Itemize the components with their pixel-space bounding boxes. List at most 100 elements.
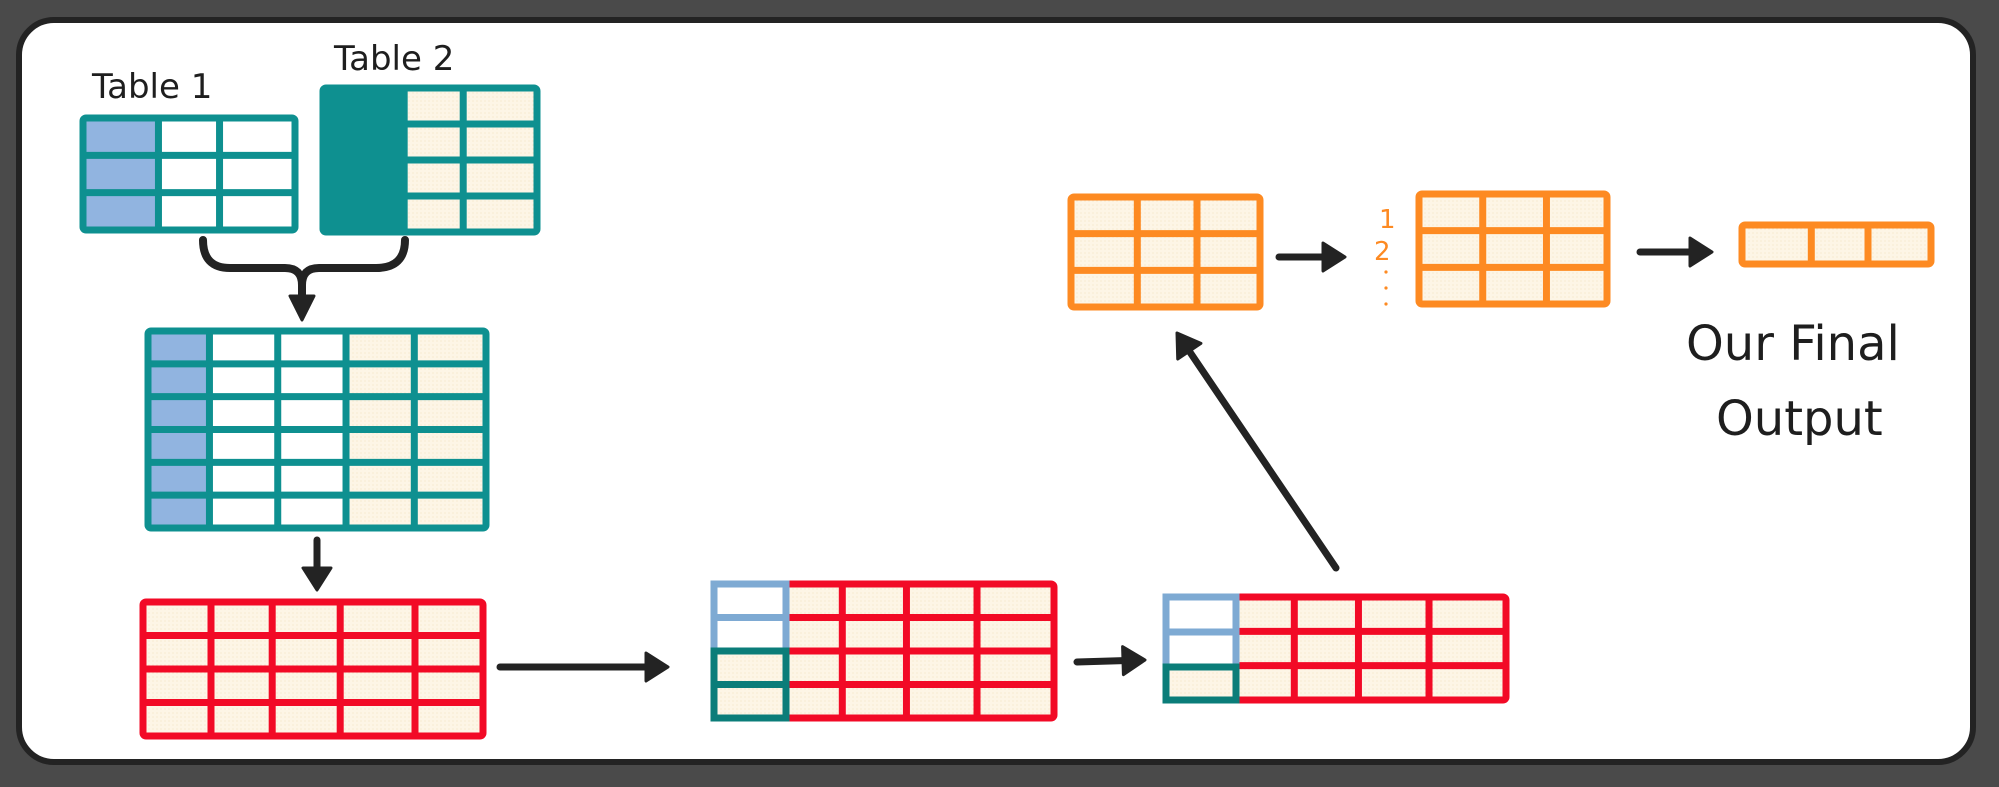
orange-table bbox=[1067, 193, 1264, 311]
table-cell bbox=[1482, 194, 1547, 231]
table-cell bbox=[977, 584, 1054, 618]
table-cell bbox=[83, 118, 159, 156]
merge-brace-arrow bbox=[199, 236, 409, 322]
table-cell bbox=[977, 617, 1054, 651]
table-cell bbox=[277, 495, 347, 528]
table-cell bbox=[415, 602, 483, 636]
table-cell bbox=[272, 702, 341, 736]
table-cell bbox=[1546, 230, 1607, 268]
table-cell bbox=[277, 462, 347, 496]
table-cell bbox=[1742, 225, 1812, 264]
table-cell bbox=[148, 462, 210, 496]
table-cell bbox=[1137, 270, 1197, 307]
row-number-2: 2 bbox=[1374, 237, 1391, 267]
ranked-table bbox=[1415, 190, 1611, 308]
table-cell bbox=[211, 635, 273, 669]
table-cell bbox=[1419, 194, 1483, 231]
table-cell bbox=[277, 331, 347, 364]
table-cell bbox=[1137, 233, 1197, 271]
table-cell bbox=[323, 196, 405, 232]
row-number-1: 1 bbox=[1379, 205, 1396, 235]
table-cell bbox=[1429, 665, 1506, 700]
table-cell bbox=[340, 635, 415, 669]
table-cell bbox=[404, 196, 464, 232]
table-cell bbox=[906, 651, 978, 685]
table-cell bbox=[148, 331, 210, 364]
table-cell bbox=[414, 331, 486, 364]
joined-table bbox=[144, 327, 490, 532]
table-cell bbox=[346, 331, 415, 364]
table-cell bbox=[977, 651, 1054, 685]
table-cell bbox=[209, 495, 278, 528]
table-cell bbox=[158, 118, 220, 156]
table-cell bbox=[906, 584, 978, 618]
table-cell bbox=[1197, 233, 1260, 271]
table-cell bbox=[1358, 631, 1430, 666]
table-cell bbox=[346, 363, 415, 397]
row-number-ellipsis bbox=[1384, 270, 1388, 306]
table-cell bbox=[414, 396, 486, 430]
table-cell bbox=[1197, 197, 1260, 234]
table-cell bbox=[906, 617, 978, 651]
table-cell bbox=[272, 669, 341, 703]
right-arrow-2 bbox=[1073, 645, 1147, 677]
table-cell bbox=[346, 462, 415, 496]
table-cell bbox=[1230, 597, 1295, 632]
final-output-label-line1: Our Final bbox=[1686, 316, 1900, 372]
table-cell bbox=[1419, 230, 1483, 268]
table-cell bbox=[1358, 665, 1430, 700]
table-cell bbox=[1137, 197, 1197, 234]
table-cell bbox=[842, 584, 907, 618]
table-cell bbox=[1546, 267, 1607, 304]
right-arrow-3 bbox=[1275, 241, 1347, 273]
table-cell bbox=[842, 617, 907, 651]
table-cell bbox=[340, 702, 415, 736]
table-cell bbox=[158, 192, 220, 230]
group-highlight-teal bbox=[1162, 663, 1240, 704]
table-cell bbox=[346, 396, 415, 430]
table-1 bbox=[79, 114, 299, 234]
table-cell bbox=[83, 192, 159, 230]
table-cell bbox=[277, 429, 347, 463]
table-cell bbox=[404, 88, 464, 124]
table-cell bbox=[148, 396, 210, 430]
table-cell bbox=[209, 462, 278, 496]
filtered-table bbox=[1162, 593, 1510, 704]
table-cell bbox=[414, 462, 486, 496]
table-cell bbox=[323, 88, 405, 124]
table-cell bbox=[414, 429, 486, 463]
table-cell bbox=[211, 669, 273, 703]
table-cell bbox=[83, 155, 159, 193]
right-arrow-1 bbox=[496, 651, 670, 683]
table-cell bbox=[272, 602, 341, 636]
table-cell bbox=[340, 602, 415, 636]
table-2 bbox=[319, 84, 541, 236]
table-cell bbox=[148, 363, 210, 397]
table-cell bbox=[219, 155, 295, 193]
table-cell bbox=[277, 363, 347, 397]
table-cell bbox=[1071, 270, 1138, 307]
table-cell bbox=[143, 669, 211, 703]
table-cell bbox=[277, 396, 347, 430]
table-cell bbox=[414, 495, 486, 528]
table-cell bbox=[323, 124, 405, 160]
table-cell bbox=[1358, 597, 1430, 632]
right-arrow-4 bbox=[1636, 236, 1714, 268]
table-cell bbox=[463, 124, 537, 160]
table-cell bbox=[148, 429, 210, 463]
table-cell bbox=[1429, 631, 1506, 666]
table-cell bbox=[323, 160, 405, 196]
table-cell bbox=[463, 196, 537, 232]
table-cell bbox=[209, 429, 278, 463]
table-cell bbox=[842, 651, 907, 685]
table-cell bbox=[148, 495, 210, 528]
table-cell bbox=[346, 429, 415, 463]
table-cell bbox=[906, 684, 978, 718]
table-cell bbox=[143, 635, 211, 669]
table-cell bbox=[1868, 225, 1931, 264]
table-1-label: Table 1 bbox=[91, 67, 212, 107]
table-cell bbox=[272, 635, 341, 669]
table-cell bbox=[1071, 233, 1138, 271]
table-cell bbox=[1811, 225, 1868, 264]
table-cell bbox=[143, 702, 211, 736]
